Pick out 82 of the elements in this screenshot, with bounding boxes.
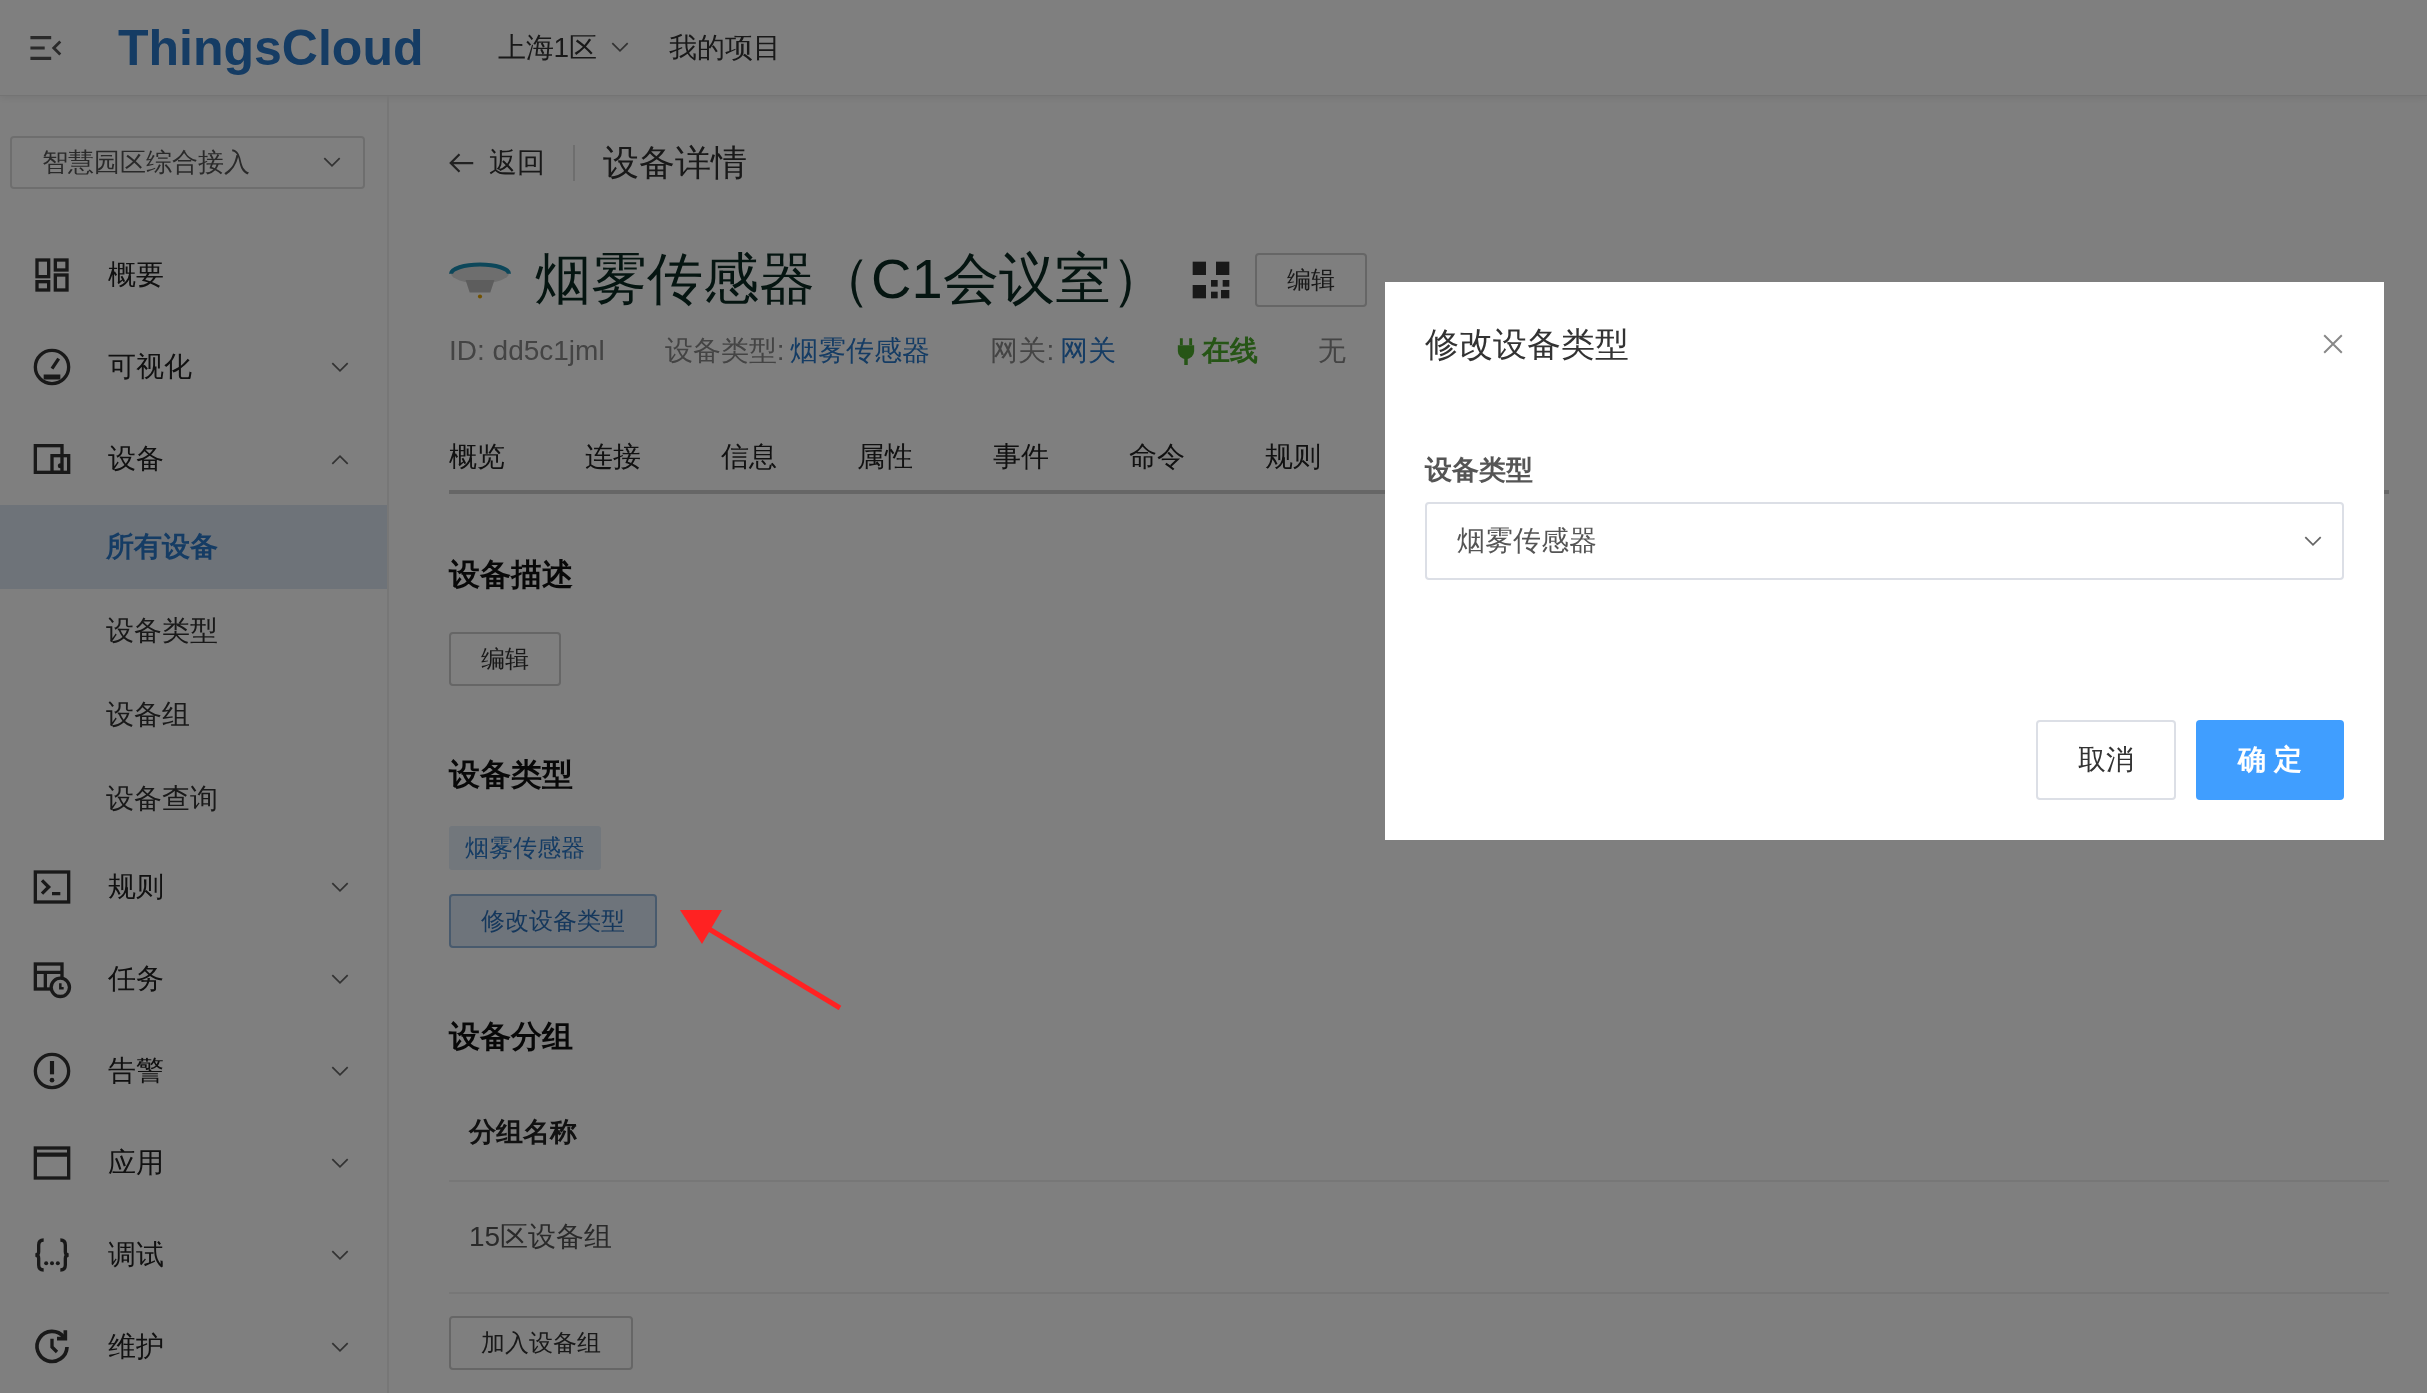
tab[interactable]: 命令 [1129, 438, 1185, 476]
section-heading: 设备分组 [449, 1018, 573, 1056]
sidebar-item[interactable]: 调试 [0, 1209, 387, 1301]
sidebar-label: 应用 [108, 1146, 165, 1180]
device-type-link[interactable]: 烟雾传感器 [790, 332, 931, 370]
dialog-title: 修改设备类型 [1425, 324, 1629, 365]
logo[interactable]: ThingsCloud [118, 18, 424, 77]
plug-icon [1176, 337, 1197, 365]
section-heading: 设备类型 [449, 756, 573, 794]
sidebar-subitem[interactable]: 设备组 [0, 673, 387, 757]
caret-icon [323, 157, 341, 168]
chevron-icon [331, 973, 349, 985]
overview-icon [32, 255, 72, 295]
terminal-icon [32, 867, 72, 907]
sidebar-item[interactable]: 应用 [0, 1117, 387, 1209]
sidebar-label: 概要 [108, 258, 165, 292]
tab[interactable]: 连接 [585, 438, 641, 476]
chevron-icon [331, 1341, 349, 1353]
sidebar-item[interactable]: 设备 [0, 413, 387, 505]
chevron-icon [331, 881, 349, 893]
device-name: 烟雾传感器（C1会议室） [535, 246, 1167, 312]
page-title: 设备详情 [603, 140, 747, 185]
chevron-icon [331, 1065, 349, 1077]
sidebar-label: 规则 [108, 870, 165, 904]
project-name: 智慧园区综合接入 [42, 146, 250, 179]
sidebar-item[interactable]: 告警 [0, 1025, 387, 1117]
smoke-detector-icon [449, 259, 511, 301]
sidebar-subitem[interactable]: 设备查询 [0, 757, 387, 841]
tab[interactable]: 规则 [1265, 438, 1321, 476]
sidebar-label: 维护 [108, 1330, 165, 1364]
schedule-icon [32, 959, 72, 999]
chevron-icon [331, 1157, 349, 1169]
tab[interactable]: 属性 [857, 438, 913, 476]
meta-label: 网关: [990, 334, 1055, 368]
gauge-icon [32, 347, 72, 387]
back-link[interactable]: 返回 [449, 144, 545, 182]
sidebar-label: 调试 [108, 1238, 165, 1272]
sidebar-label: 任务 [108, 962, 165, 996]
tab[interactable]: 事件 [993, 438, 1049, 476]
sidebar-label: 设备 [108, 442, 165, 476]
region-dropdown[interactable]: 上海1区 [497, 28, 630, 67]
section-heading: 设备描述 [449, 556, 573, 594]
sidebar-item[interactable]: 规则 [0, 841, 387, 933]
tab[interactable]: 信息 [721, 438, 777, 476]
nav-link[interactable]: 我的项目 [669, 28, 782, 67]
add-group-button[interactable]: 加入设备组 [449, 1316, 633, 1370]
sidebar-subitem[interactable]: 设备类型 [0, 589, 387, 673]
status-text: 在线 [1202, 334, 1259, 368]
field-label: 设备类型 [1425, 454, 1534, 487]
sidebar-item[interactable]: 概要 [0, 229, 387, 321]
alarm-status: 无 [1318, 334, 1347, 368]
edit-button[interactable]: 编辑 [1254, 253, 1367, 307]
chevron-icon [331, 361, 349, 373]
caret-icon [611, 42, 630, 53]
table-cell: 15区设备组 [449, 1182, 2389, 1294]
chevron-icon [331, 453, 349, 465]
window-icon [32, 1143, 72, 1183]
caret-icon [2304, 535, 2322, 547]
sidebar-item[interactable]: 维护 [0, 1301, 387, 1393]
cancel-button[interactable]: 取消 [2036, 720, 2176, 800]
braces-icon [32, 1235, 72, 1275]
sidebar-item[interactable]: 任务 [0, 933, 387, 1025]
gateway-link[interactable]: 网关 [1060, 332, 1117, 370]
tab[interactable]: 概览 [449, 438, 505, 476]
device-type-select[interactable]: 烟雾传感器 [1425, 502, 2344, 580]
sidebar-label: 告警 [108, 1054, 165, 1088]
meta-label: 设备类型: [664, 334, 785, 368]
alert-icon [32, 1051, 72, 1091]
project-select[interactable]: 智慧园区综合接入 [10, 136, 365, 189]
confirm-button[interactable]: 确 定 [2196, 720, 2344, 800]
device-id: ID: dd5c1jml [449, 335, 605, 367]
chevron-icon [331, 1249, 349, 1261]
menu-collapse-icon[interactable] [28, 34, 64, 61]
change-type-button[interactable]: 修改设备类型 [449, 894, 657, 948]
column-header: 分组名称 [449, 1058, 2389, 1182]
sidebar-label: 可视化 [108, 350, 193, 384]
back-arrow-icon [449, 153, 475, 173]
edit-description-button[interactable]: 编辑 [449, 632, 561, 686]
qr-code-icon[interactable] [1190, 260, 1231, 300]
device-type-tag: 烟雾传感器 [449, 826, 601, 870]
sidebar-item[interactable]: 可视化 [0, 321, 387, 413]
select-value: 烟雾传感器 [1457, 524, 1597, 558]
